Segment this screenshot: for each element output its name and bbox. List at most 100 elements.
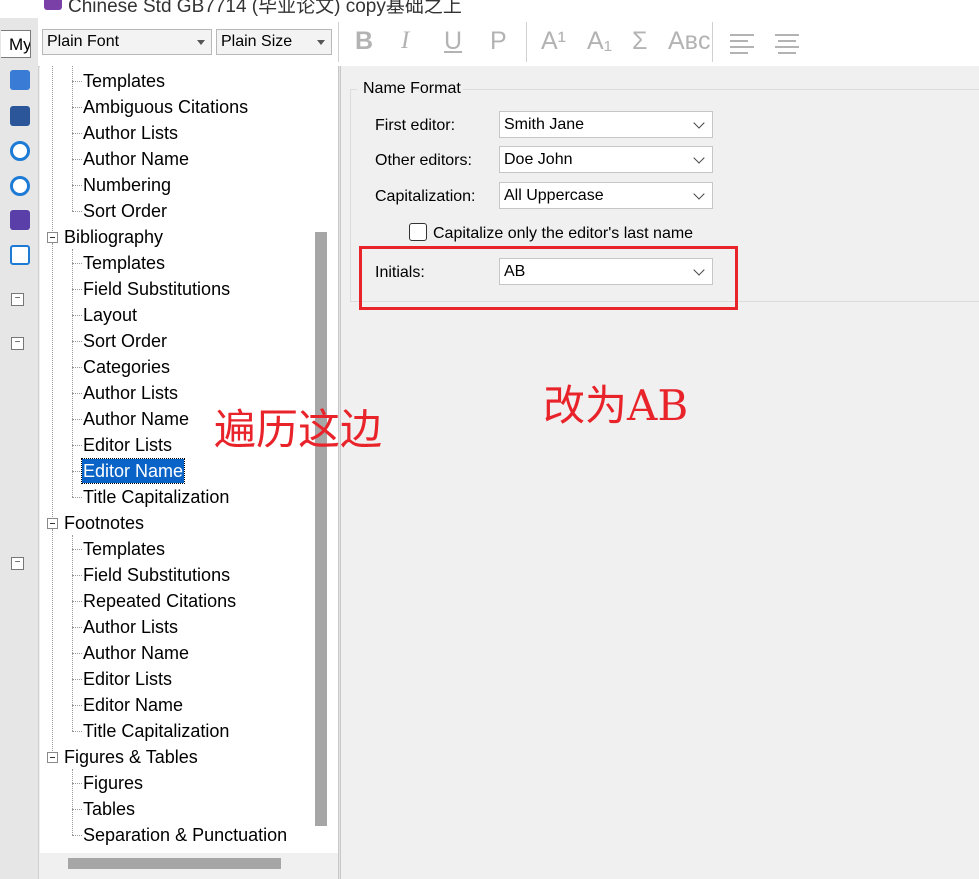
tree-item[interactable]: Templates [82, 251, 166, 275]
first-editor-dropdown[interactable]: Smith Jane [499, 111, 713, 138]
annotation-traverse-note: 遍历这边 [214, 405, 383, 454]
tree-item[interactable]: Author Lists [82, 381, 179, 405]
tree-item[interactable]: Editor Lists [82, 433, 173, 457]
superscript-button[interactable]: A¹ [541, 27, 566, 56]
tree-connector-line [72, 133, 82, 134]
tree-connector-line [52, 66, 53, 237]
chevron-down-icon [693, 152, 705, 164]
tree-connector-line [72, 535, 73, 731]
tree-item[interactable]: Categories [82, 355, 171, 379]
tree-connector-line [72, 549, 82, 550]
tree-item[interactable]: Ambiguous Citations [82, 95, 249, 119]
size-select-value: Plain Size [221, 33, 293, 50]
collapse-icon[interactable]: − [11, 337, 24, 350]
tree-item[interactable]: Field Substitutions [82, 277, 231, 301]
symbol-button[interactable]: Σ [632, 27, 647, 56]
tree-item[interactable]: Editor Lists [82, 667, 173, 691]
tree-item[interactable]: Author Lists [82, 615, 179, 639]
capitalize-last-name-label[interactable]: Capitalize only the editor's last name [433, 225, 693, 243]
tree-connector-line [72, 249, 73, 497]
align-left-icon[interactable] [730, 34, 754, 54]
collapse-toggle-icon[interactable] [47, 518, 58, 529]
tree-connector-line [72, 263, 82, 264]
tree-item[interactable]: Author Lists [82, 121, 179, 145]
title-bar: Chinese Std GB7714 (毕业论文) copy基础之上 [0, 0, 979, 18]
tree-item[interactable]: Sort Order [82, 329, 168, 353]
chevron-down-icon [197, 40, 205, 45]
word-icon[interactable] [10, 106, 30, 126]
collapse-icon[interactable]: − [11, 557, 24, 570]
sync-icon[interactable] [10, 141, 30, 161]
tree-item[interactable]: Field Substitutions [82, 563, 231, 587]
tree-connector-line [72, 835, 82, 836]
tree-connector-line [72, 66, 73, 211]
tree-item-selected[interactable]: Editor Name [80, 458, 186, 484]
tree-item[interactable]: Figures [82, 771, 144, 795]
tree-connector-line [72, 445, 82, 446]
capitalization-dropdown[interactable]: All Uppercase [499, 182, 713, 209]
plain-button[interactable]: P [490, 27, 507, 56]
tree-connector-line [52, 243, 53, 523]
other-editors-value: Doe John [504, 151, 573, 168]
history-icon[interactable] [10, 176, 30, 196]
tree-connector-line [72, 601, 82, 602]
underline-button[interactable]: U [444, 27, 462, 56]
style-selector[interactable]: My [1, 30, 31, 58]
first-editor-value: Smith Jane [504, 116, 585, 133]
bold-button[interactable]: B [355, 27, 373, 56]
align-center-icon[interactable] [775, 34, 799, 54]
toolbar-divider [338, 22, 339, 62]
font-select[interactable]: Plain Font [42, 29, 212, 55]
tree-item[interactable]: Templates [82, 69, 166, 93]
subscript-button[interactable]: A₁ [587, 27, 612, 56]
tree-connector-line [72, 679, 82, 680]
size-select[interactable]: Plain Size [216, 29, 332, 55]
trash-icon[interactable] [10, 245, 30, 265]
tree-connector-line [72, 653, 82, 654]
other-editors-dropdown[interactable]: Doe John [499, 146, 713, 173]
tree-connector-line [72, 705, 82, 706]
tree-item[interactable]: Layout [82, 303, 138, 327]
annotation-change-note: 改为AB [543, 381, 689, 430]
group-border [455, 89, 979, 90]
collapse-toggle-icon[interactable] [47, 752, 58, 763]
collapse-toggle-icon[interactable] [47, 232, 58, 243]
italic-button[interactable]: I [401, 27, 409, 55]
tree-item[interactable]: Author Name [82, 641, 190, 665]
tree-connector-line [72, 575, 82, 576]
tree-item[interactable]: Author Name [82, 147, 190, 171]
tree-item[interactable]: Title Capitalization [82, 485, 230, 509]
tree-item[interactable]: Sort Order [82, 199, 168, 223]
library-icon[interactable] [10, 70, 30, 90]
tree-connector-line [72, 471, 82, 472]
tree-item[interactable]: Repeated Citations [82, 589, 237, 613]
tree-item[interactable]: Tables [82, 797, 136, 821]
tree-item[interactable]: Editor Name [82, 693, 184, 717]
tree-section-figures[interactable]: Figures & Tables [63, 745, 199, 769]
tree-section-bibliography[interactable]: Bibliography [63, 225, 164, 249]
tree-connector-line [72, 185, 82, 186]
capitalize-last-name-checkbox[interactable] [409, 223, 427, 241]
tree-item[interactable]: Title Capitalization [82, 719, 230, 743]
tree-connector-line [72, 809, 82, 810]
group-border [350, 89, 357, 90]
tree-connector-line [72, 211, 82, 212]
tree-connector-line [72, 289, 82, 290]
capitalization-value: All Uppercase [504, 187, 604, 204]
name-format-group-title: Name Format [361, 80, 463, 98]
scrollbar-thumb[interactable] [68, 858, 281, 869]
tree-item[interactable]: Templates [82, 537, 166, 561]
collapse-icon[interactable]: − [11, 293, 24, 306]
toolbar-divider [526, 22, 527, 62]
annotation-highlight-box [359, 246, 738, 310]
tree-connector-line [72, 81, 82, 82]
notes-icon[interactable] [10, 210, 30, 230]
tree-connector-line [72, 769, 73, 835]
tree-item[interactable]: Numbering [82, 173, 172, 197]
tree-section-footnotes[interactable]: Footnotes [63, 511, 145, 535]
font-select-value: Plain Font [47, 33, 120, 50]
tree-item[interactable]: Author Name [82, 407, 190, 431]
tree-item[interactable]: Separation & Punctuation [82, 823, 288, 847]
small-caps-button[interactable]: Aʙᴄ [668, 27, 710, 56]
scrollbar-thumb[interactable] [315, 232, 327, 826]
